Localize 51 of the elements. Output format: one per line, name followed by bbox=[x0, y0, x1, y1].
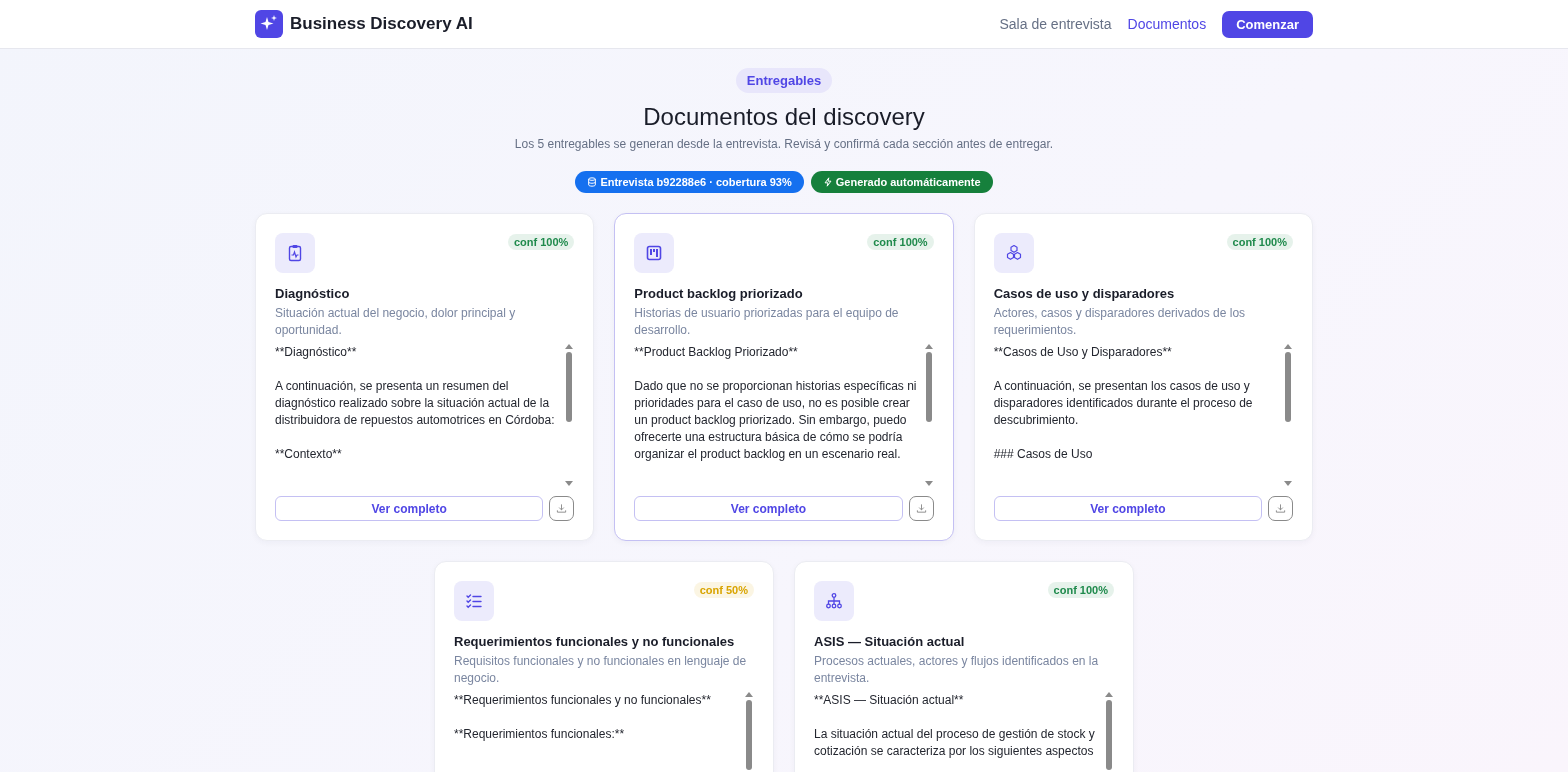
hierarchy-icon bbox=[824, 591, 844, 611]
preview-paragraph: **Requerimientos funcionales:** bbox=[454, 726, 626, 743]
preview-paragraph: **ASIS — Situación actual** bbox=[814, 692, 965, 709]
download-icon bbox=[1275, 503, 1286, 514]
confidence-badge: conf 50% bbox=[693, 582, 754, 598]
preview-paragraph: **Product Backlog Priorizado** bbox=[634, 344, 799, 361]
preview-paragraph: **Contexto** bbox=[275, 446, 343, 463]
download-button[interactable] bbox=[908, 496, 934, 521]
confidence-badge: conf 100% bbox=[867, 234, 934, 250]
card-title: Product backlog priorizado bbox=[634, 286, 804, 301]
view-full-button[interactable]: Ver completo bbox=[275, 496, 544, 521]
scrollbar[interactable] bbox=[564, 344, 575, 486]
view-full-button[interactable]: Ver completo bbox=[993, 496, 1262, 521]
page-title: Documentos del discovery bbox=[643, 103, 925, 131]
card-title: Casos de uso y disparadores bbox=[993, 286, 1176, 301]
card-title: Requerimientos funcionales y no funcionales bbox=[454, 634, 736, 649]
card-description: Historias de usuario priorizadas para el equipo de desarrollo. bbox=[634, 305, 900, 339]
nav-link[interactable]: Documentos bbox=[1127, 16, 1207, 32]
card-title: ASIS — Situación actual bbox=[814, 634, 966, 649]
view-full-button[interactable]: Ver completo bbox=[634, 496, 903, 521]
scrollbar[interactable] bbox=[1283, 344, 1293, 486]
download-icon bbox=[915, 503, 927, 514]
preview-paragraph: ### Casos de Uso bbox=[993, 446, 1094, 463]
preview-paragraph: La situación actual del proceso de gestión de stock y cotización se caracteriza por los siguientes aspectos bbox=[814, 726, 1096, 760]
card-description: Requisitos funcionales y no funcionales en lenguaje de negocio. bbox=[454, 653, 748, 687]
scrollbar[interactable] bbox=[923, 344, 934, 486]
nav-link[interactable]: Sala de entrevista bbox=[999, 16, 1112, 32]
card-description: Situación actual del negocio, dolor principal y oportunidad. bbox=[275, 305, 517, 339]
sparkle-logo-icon bbox=[255, 10, 283, 38]
status-badge: Entrevista b92288e6 · cobertura 93% bbox=[575, 171, 804, 193]
confidence-badge: conf 100% bbox=[507, 234, 575, 250]
confidence-badge: conf 100% bbox=[1047, 582, 1114, 598]
download-button[interactable] bbox=[549, 496, 575, 521]
preview-paragraph: **Diagnóstico** bbox=[275, 344, 358, 361]
preview-paragraph: A continuación, se presenta un resumen del diagnóstico realizado sobre la situación actual de la distribuidora de repuestos automotrices en Córdoba: bbox=[275, 378, 556, 429]
card-title: Diagnóstico bbox=[275, 286, 351, 301]
preview-paragraph: Dado que no se proporcionan historias específicas ni prioridades para el caso de uso, no es posible crear un product backlog priorizado. Sin embargo, puedo ofrecerte una estructura básica de cómo se podría organizar el product backlog en un escenario real. bbox=[634, 378, 918, 463]
confidence-badge: conf 100% bbox=[1226, 234, 1293, 250]
brand-name: Business Discovery AI bbox=[290, 14, 473, 34]
card-description: Actores, casos y disparadores derivados de los requerimientos. bbox=[993, 305, 1247, 339]
page-subtitle: Los 5 entregables se generan desde la entrevista. Revisá y confirmá cada sección antes de entregar. bbox=[514, 137, 1054, 151]
download-button[interactable] bbox=[1268, 496, 1293, 521]
section-pill: Entregables bbox=[735, 68, 833, 93]
status-badge: Generado automáticamente bbox=[810, 171, 993, 193]
preview-paragraph: A continuación, se presentan los casos de uso y disparadores identificados durante el proceso de descubrimiento. bbox=[993, 378, 1254, 429]
preview-paragraph: **Casos de Uso y Disparadores** bbox=[993, 344, 1173, 361]
start-button[interactable]: Comenzar bbox=[1222, 10, 1313, 38]
card-description: Procesos actuales, actores y flujos identificados en la entrevista. bbox=[814, 653, 1100, 687]
preview-paragraph: **Requerimientos funcionales y no funcionales** bbox=[454, 692, 712, 709]
download-icon bbox=[556, 503, 568, 514]
checklist-icon bbox=[464, 591, 484, 611]
